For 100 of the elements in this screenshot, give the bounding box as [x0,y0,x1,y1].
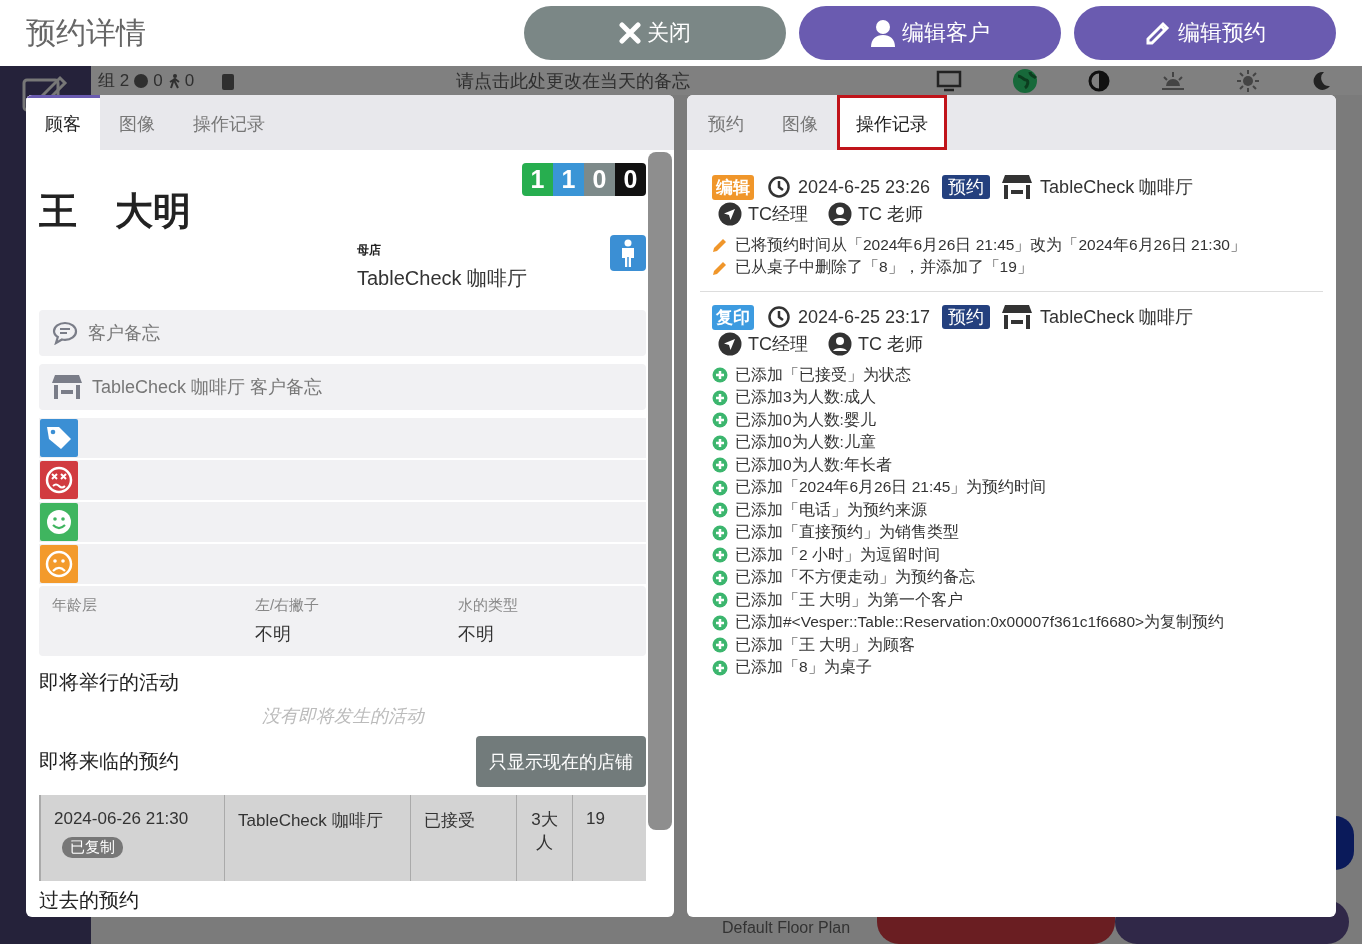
close-button[interactable]: 关闭 [524,6,786,60]
plus-icon [712,367,728,384]
section-heading: 过去的预约 [39,888,140,913]
pencil-icon [712,237,728,254]
user-role: TC经理 [748,203,808,226]
shop-icon [1002,304,1033,330]
change-text: 已添加0为人数:儿童 [735,432,876,453]
plus-icon [712,524,728,541]
tab[interactable]: 顾客 [26,95,100,150]
log-time: 2024-6-25 23:26 [798,176,931,198]
change-text: 已从桌子中删除了「8」，并添加了「19」 [735,257,1033,278]
plus-icon [712,614,728,631]
plus-icon [712,637,728,654]
field-label: 母店 [357,242,382,259]
clock-icon [768,306,790,328]
tag-row[interactable] [39,502,646,542]
plus-icon [712,547,728,564]
chat-icon [52,321,78,345]
log-time: 2024-6-25 23:17 [798,306,931,328]
action-badge: 复印 [712,304,754,330]
plus-icon [712,412,728,429]
user-icon [828,332,852,356]
change-text: 已添加3为人数:成人 [735,387,876,408]
user-icon [870,19,896,47]
plus-icon [712,479,728,496]
pencil-icon [712,259,728,276]
attribute-label: 左/右撇子 [255,596,321,615]
filter-button[interactable]: 只显示现在的店铺 [476,736,646,787]
tab[interactable]: 图像 [763,95,837,150]
plus-icon [712,569,728,586]
change-text: 已添加「2024年6月26日 21:45」为预约时间 [735,477,1047,498]
plus-icon [712,457,728,474]
floor-plan-label: Default Floor Plan [722,919,851,938]
empty-message: 没有即将发生的活动 [261,706,424,726]
reservation-time: 2024-06-26 21:30 [54,809,189,829]
change-text: 已添加「电话」为预约来源 [735,499,927,520]
edit-button[interactable]: 编辑预约 [1074,6,1336,60]
shop-icon [1002,174,1033,200]
plus-icon [712,502,728,519]
count-badge: 0 [584,163,615,196]
change-text: 已添加「2 小时」为逗留时间 [735,544,940,565]
tag-row[interactable] [39,460,646,500]
tag-row[interactable] [39,544,646,584]
party-size: 3大人 [530,809,559,854]
shop-icon [52,374,82,400]
attribute-label: 年龄层 [52,596,98,615]
home-store: TableCheck 咖啡厅 [357,266,528,291]
change-text: 已添加「直接预约」为销售类型 [735,522,959,543]
plus-icon [712,592,728,609]
section-heading: 即将举行的活动 [39,670,180,695]
tab[interactable]: 操作记录 [174,95,284,150]
monitor-icon [936,69,962,92]
type-badge: 预约 [942,305,991,329]
edit-button[interactable]: 编辑客户 [799,6,1061,60]
pencil-icon [1144,19,1172,47]
customer-name: 王 大明 [39,189,191,234]
count-badge: 1 [522,163,553,196]
tab[interactable]: 操作记录 [837,95,947,150]
memo-link[interactable]: 请点击此处更改在当天的备忘 [456,68,691,93]
count-value: 0 [153,70,163,91]
sun-icon [1236,68,1260,93]
user-name: TC 老师 [858,203,923,226]
sunrise-icon [1160,69,1186,92]
section-heading: 即将来临的预约 [39,749,179,774]
plus-icon [712,659,728,676]
user-icon [828,202,852,226]
note-field[interactable]: 客户备忘 [39,310,646,356]
change-text: 已添加「已接受」为状态 [735,364,911,385]
user-role: TC经理 [748,333,808,356]
count-badge: 1 [553,163,584,196]
copied-badge: 已复制 [62,837,123,858]
navigation-icon [718,332,742,356]
attribute-value: 不明 [458,623,495,646]
change-text: 已添加「王 大明」为第一个客户 [735,589,964,610]
attribute-label: 水的类型 [458,596,519,615]
store-name: TableCheck 咖啡厅 [238,810,383,832]
count-badge: 0 [615,163,646,196]
reservation-row[interactable]: 2024-06-26 21:30 已复制 TableCheck 咖啡厅 已接受 3大人 19 [39,795,646,881]
male-icon [610,235,646,271]
count-value: 0 [184,70,195,91]
note-field[interactable]: TableCheck 咖啡厅 客户备忘 [39,364,646,410]
change-text: 已添加「8」为桌子 [735,657,872,678]
change-text: 已添加「不方便走动」为预约备忘 [735,567,975,588]
change-text: 已添加0为人数:婴儿 [735,409,876,430]
clock-icon [768,176,790,198]
tab[interactable]: 预约 [689,95,763,150]
reservation-status: 已接受 [424,810,475,832]
store-name: TableCheck 咖啡厅 [1040,306,1194,329]
change-text: 已将预约时间从「2024年6月26日 21:45」改为「2024年6月26日 21:30」 [735,234,1246,255]
close-icon [619,22,641,44]
page-title: 预约详情 [26,14,146,51]
navigation-icon [718,202,742,226]
action-badge: 编辑 [712,174,754,200]
tag-row[interactable] [39,418,646,458]
tab[interactable]: 图像 [100,95,174,150]
store-name: TableCheck 咖啡厅 [1040,176,1194,199]
plus-icon [712,389,728,406]
scrollbar[interactable] [648,152,672,830]
attribute-value: 不明 [255,623,292,646]
table-number: 19 [586,809,605,829]
